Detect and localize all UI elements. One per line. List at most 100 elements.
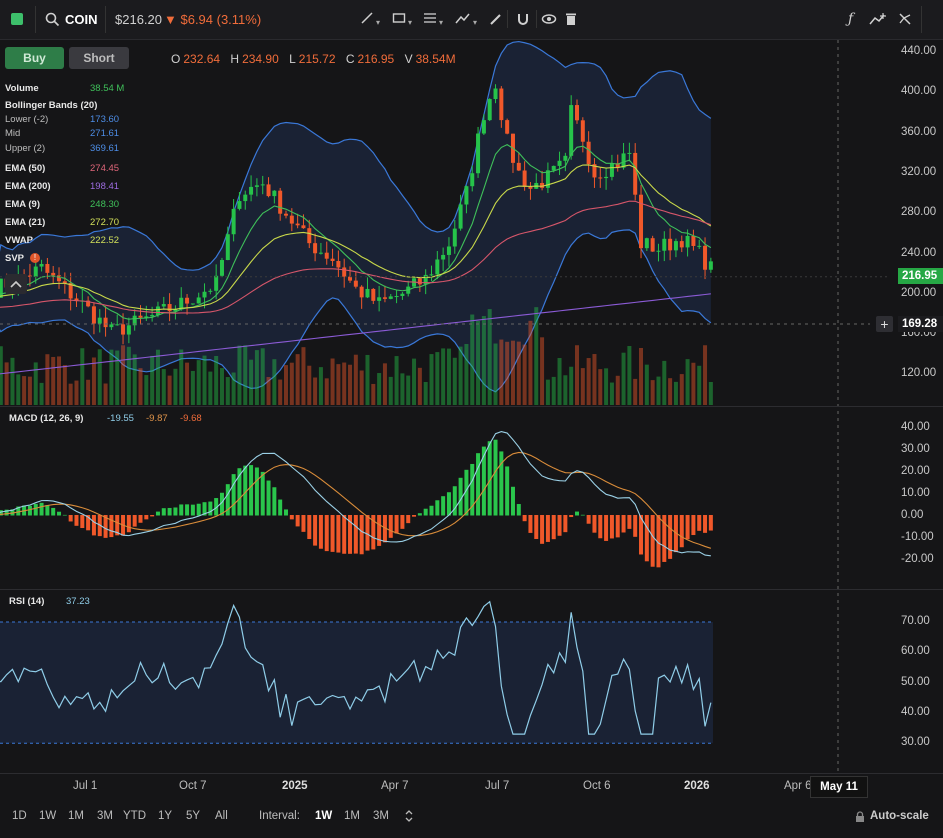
volume-bar [260, 348, 265, 405]
candle-body [115, 324, 120, 326]
macd-histogram-bar [493, 439, 498, 516]
interval-button-1w[interactable]: 1W [315, 810, 332, 822]
legend-bb-label[interactable]: Bollinger Bands (20) [5, 100, 97, 111]
interval-button-1m[interactable]: 1M [344, 810, 360, 822]
candle-body [382, 297, 387, 299]
search-icon[interactable] [45, 12, 60, 27]
clear-indicators-icon[interactable] [898, 12, 912, 26]
candle-body [208, 290, 213, 292]
short-button[interactable]: Short [69, 47, 129, 69]
warning-icon[interactable]: ! [30, 253, 40, 263]
price-chart-canvas[interactable] [0, 40, 943, 775]
candle-body [662, 238, 667, 251]
lock-icon[interactable] [855, 811, 865, 823]
candle-body [598, 177, 603, 179]
eye-icon[interactable] [541, 12, 557, 26]
macd-histogram-bar [91, 515, 96, 536]
legend-ema9-label[interactable]: EMA (9) [5, 199, 40, 210]
volume-bar [691, 362, 696, 405]
macd-histogram-bar [278, 499, 283, 516]
macd-histogram-bar [627, 515, 632, 529]
candle-body [121, 324, 126, 335]
autoscale-toggle[interactable]: Auto-scale [870, 810, 929, 822]
shape-tool[interactable]: ▾ [392, 11, 412, 31]
pane-divider[interactable] [0, 406, 943, 407]
macd-histogram-bar [598, 515, 603, 539]
volume-bar [575, 345, 579, 405]
candle-body [452, 228, 457, 247]
chart-type-icon[interactable] [11, 13, 23, 25]
compare-icon[interactable] [869, 12, 887, 26]
macd-histogram-bar [621, 515, 626, 533]
volume-bar [272, 359, 277, 405]
sort-icon[interactable] [405, 809, 413, 823]
fib-tool[interactable]: ▾ [423, 11, 443, 31]
volume-bar [377, 373, 382, 405]
macd-histogram-bar [545, 515, 550, 542]
macd-histogram-bar [196, 503, 201, 516]
arrow-tool[interactable]: ▾ [455, 11, 477, 31]
macd-histogram-bar [109, 515, 114, 538]
candle-body [580, 120, 585, 142]
price-axis-label: 200.00 [901, 286, 937, 299]
candle-body [330, 258, 335, 261]
macd-histogram-bar [400, 515, 405, 529]
interval-button-3m[interactable]: 3M [373, 810, 389, 822]
pencil-icon[interactable] [488, 12, 502, 26]
legend-ema50-label[interactable]: EMA (50) [5, 163, 45, 174]
candle-body [318, 252, 323, 254]
volume-bar [313, 377, 318, 405]
legend-ema200-label[interactable]: EMA (200) [5, 181, 51, 192]
rsi-label[interactable]: RSI (14) [9, 596, 44, 607]
price-axis-label: 240.00 [901, 246, 937, 259]
legend-bb-mid-label: Mid [5, 128, 21, 139]
range-button-1w[interactable]: 1W [39, 810, 56, 822]
range-button-5y[interactable]: 5Y [186, 810, 200, 822]
macd-histogram-bar [476, 453, 481, 516]
volume-bar [237, 345, 242, 405]
volume-bar [22, 376, 27, 405]
buy-button[interactable]: Buy [5, 47, 64, 69]
volume-bar [604, 368, 609, 405]
legend-vwap-value: 222.52 [90, 235, 120, 246]
candle-body [528, 186, 533, 189]
candle-body [644, 238, 649, 249]
trash-icon[interactable] [565, 12, 577, 26]
volume-bar [487, 309, 492, 405]
volume-bar [266, 377, 271, 405]
legend-volume-label[interactable]: Volume [5, 83, 39, 94]
candle-body [703, 245, 708, 270]
collapse-legend-button[interactable] [5, 274, 27, 294]
pane-divider[interactable] [0, 589, 943, 590]
candle-body [656, 250, 661, 252]
range-button-1y[interactable]: 1Y [158, 810, 172, 822]
volume-bar [202, 355, 207, 405]
range-button-ytd[interactable]: YTD [123, 810, 146, 822]
candle-body [138, 315, 143, 318]
volume-bar [51, 356, 56, 405]
legend-vwap-label[interactable]: VWAP [5, 235, 33, 246]
indicators-icon[interactable]: ƒ [848, 11, 853, 27]
candle-body [575, 105, 579, 121]
legend-svp-label[interactable]: SVP [5, 253, 24, 264]
symbol-input[interactable]: COIN [65, 12, 98, 27]
range-button-1d[interactable]: 1D [12, 810, 27, 822]
range-button-all[interactable]: All [215, 810, 228, 822]
volume-bar [633, 378, 638, 405]
trend-line-tool[interactable]: ▾ [360, 11, 380, 31]
range-button-3m[interactable]: 3M [97, 810, 113, 822]
volume-bar [214, 355, 219, 405]
add-alert-button[interactable]: + [876, 316, 893, 332]
macd-histogram-bar [406, 515, 411, 524]
macd-histogram-bar [650, 515, 655, 567]
macd-label[interactable]: MACD (12, 26, 9) [9, 413, 83, 424]
candle-body [551, 165, 556, 171]
magnet-icon[interactable] [516, 12, 530, 26]
divider [35, 6, 36, 33]
candle-body [109, 324, 114, 328]
range-button-1m[interactable]: 1M [68, 810, 84, 822]
rsi-axis-label: 40.00 [901, 705, 930, 718]
candle-body [126, 325, 131, 335]
legend-ema21-label[interactable]: EMA (21) [5, 217, 45, 228]
macd-histogram-bar [266, 480, 271, 516]
